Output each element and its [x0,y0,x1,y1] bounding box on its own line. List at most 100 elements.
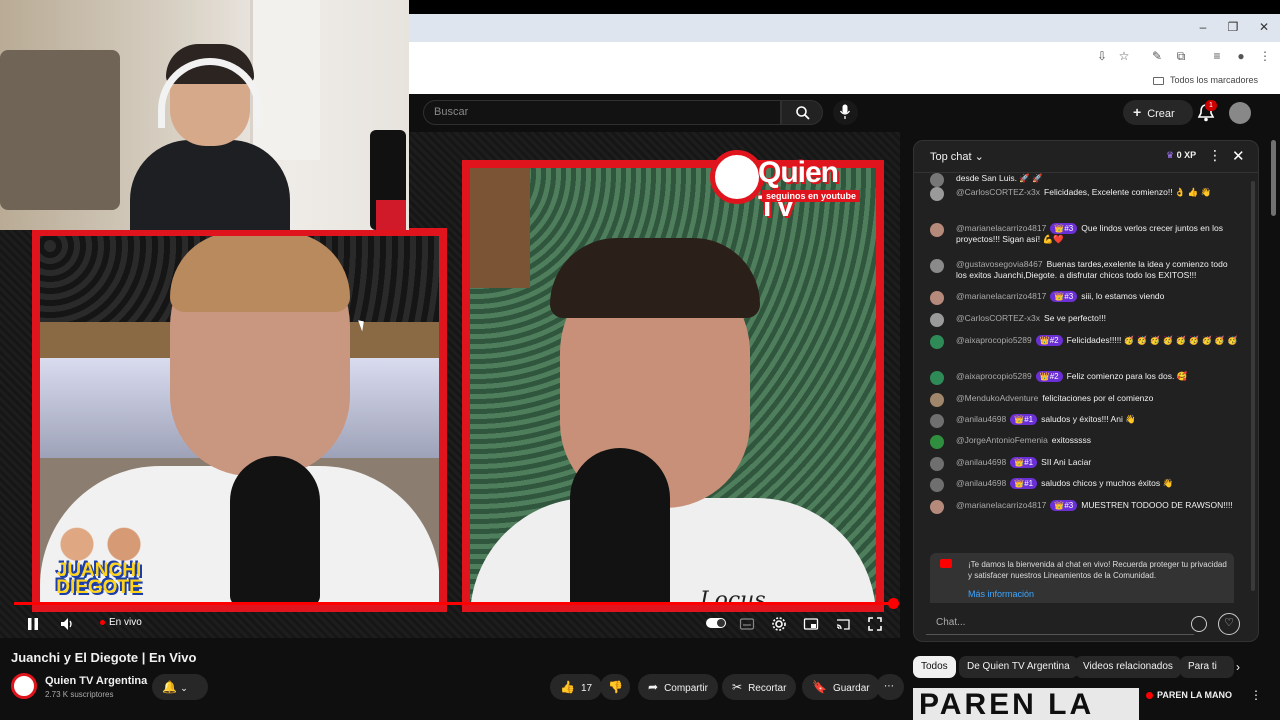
recommendation-title[interactable]: PAREN LA MANO [1146,690,1232,700]
chat-mode-dropdown[interactable]: Top chat ⌄ [930,150,984,163]
install-icon[interactable]: ⇩ [1094,48,1110,64]
chat-avatar[interactable] [930,335,944,349]
like-button[interactable]: 👍 17 [550,674,603,700]
chat-username[interactable]: @MendukoAdventure [956,393,1038,403]
chat-username[interactable]: @anilau4698 [956,478,1006,488]
chat-avatar[interactable] [930,457,944,471]
chat-username[interactable]: @anilau4698 [956,414,1006,424]
autoplay-toggle[interactable] [706,618,726,628]
channel-name[interactable]: Quien TV Argentina [45,675,147,687]
chat-avatar[interactable] [930,223,944,237]
progress-bar[interactable] [14,602,894,605]
chat-input[interactable]: Chat... [926,611,1194,635]
save-button[interactable]: 🔖 Guardar [802,674,880,700]
chat-avatar[interactable] [930,259,944,273]
chat-message[interactable]: @marianelacarrizo4817 👑#3 siii, lo estamos… [930,291,1240,305]
chevron-right-icon[interactable]: › [1236,660,1240,674]
chat-avatar[interactable] [930,435,944,449]
chat-avatar[interactable] [930,313,944,327]
progress-scrubber[interactable] [888,598,899,609]
chat-username[interactable]: @CarlosCORTEZ-x3x [956,187,1040,197]
subtitles-icon[interactable] [738,616,756,632]
chat-username[interactable]: @CarlosCORTEZ-x3x [956,313,1040,323]
extension-icon[interactable]: ✎ [1149,48,1165,64]
chat-menu-icon[interactable]: ⋮ [1208,147,1222,164]
hoodie [130,140,290,230]
voice-search-button[interactable] [833,100,858,125]
chat-message[interactable]: @CarlosCORTEZ-x3x Se ve perfecto!!! [930,313,1240,327]
share-button[interactable]: ➦ Compartir [638,674,718,700]
create-button[interactable]: + Crear [1123,100,1193,125]
recommendation-thumbnail[interactable]: PAREN LA [913,688,1139,720]
miniplayer-icon[interactable] [802,616,820,632]
all-bookmarks[interactable]: Todos los marcadores [1152,75,1258,85]
cast-icon[interactable] [834,616,852,632]
chat-message[interactable]: @JorgeAntonioFemenia exitosssss [930,435,1240,449]
streamer [130,40,290,230]
guest-microphone [570,448,670,604]
puzzle-icon[interactable]: ⧉ [1173,48,1189,64]
fullscreen-icon[interactable] [866,616,884,632]
filter-chip[interactable]: Todos [913,656,956,678]
chat-message[interactable]: @anilau4698 👑#1 saludos chicos y muchos éx… [930,478,1240,492]
chat-avatar[interactable] [930,187,944,201]
chat-message[interactable]: desde San Luis. 🚀 🚀 [930,173,1240,187]
minimize-button[interactable]: – [1193,20,1213,34]
filter-chip[interactable]: Videos relacionados [1075,656,1181,678]
chat-username[interactable]: @JorgeAntonioFemenia [956,435,1048,445]
bookmark-star-icon[interactable]: ☆ [1116,48,1132,64]
settings-gear-icon[interactable] [770,616,788,632]
chat-username[interactable]: @marianelacarrizo4817 [956,223,1046,233]
channel-avatar[interactable] [11,673,37,699]
media-icon[interactable]: ≡ [1209,48,1225,64]
chat-username[interactable]: @aixaprocopio5289 [956,335,1032,345]
filter-chip[interactable]: Para ti [1180,656,1234,678]
profile-icon[interactable]: ● [1233,48,1249,64]
dislike-button[interactable]: 👎 [600,674,630,700]
filter-chip[interactable]: De Quien TV Argentina [959,656,1078,678]
chat-username[interactable]: @marianelacarrizo4817 [956,500,1046,510]
microphone-icon [839,104,851,119]
chat-username[interactable]: @aixaprocopio5289 [956,371,1032,381]
chat-avatar[interactable] [930,500,944,514]
chat-message[interactable]: @anilau4698 👑#1 saludos y éxitos!!! Ani 👋 [930,414,1240,428]
more-options-icon[interactable]: ⋮ [1250,688,1262,702]
chat-avatar[interactable] [930,291,944,305]
chat-username[interactable]: @gustavosegovia8467 [956,259,1043,269]
chat-avatar[interactable] [930,371,944,385]
xp-counter[interactable]: ♛ 0 XP [1166,150,1196,161]
chat-message[interactable]: @aixaprocopio5289 👑#2 Felicidades!!!!! 🥳 🥳… [930,335,1240,349]
subscription-bell-button[interactable]: 🔔 ⌄ [152,674,208,700]
heart-icon[interactable]: ♡ [1218,613,1240,635]
chat-message[interactable]: @CarlosCORTEZ-x3x Felicidades, Excelente … [930,187,1240,201]
chat-message[interactable]: @aixaprocopio5289 👑#2 Feliz comienzo para … [930,371,1240,385]
chat-message[interactable]: @anilau4698 👑#1 SII Ani Laciar [930,457,1240,471]
pause-icon[interactable] [24,616,42,632]
chat-avatar[interactable] [930,414,944,428]
close-window-button[interactable]: ✕ [1254,20,1274,34]
search-button[interactable] [781,100,823,125]
emoji-icon[interactable] [1191,616,1207,632]
close-chat-icon[interactable]: ✕ [1232,147,1245,165]
chat-username[interactable]: @marianelacarrizo4817 [956,291,1046,301]
chat-avatar[interactable] [930,393,944,407]
search-input[interactable]: Buscar [423,100,781,125]
more-info-link[interactable]: Más información [968,589,1034,599]
chat-username[interactable]: @anilau4698 [956,457,1006,467]
maximize-button[interactable]: ❐ [1223,20,1243,34]
chat-message[interactable]: @marianelacarrizo4817 👑#3 Que lindos verlo… [930,223,1240,245]
more-actions-button[interactable]: ⋯ [876,674,904,700]
chat-avatar[interactable] [930,173,944,187]
chat-message[interactable]: @gustavosegovia8467 Buenas tardes,exelent… [930,259,1240,281]
clip-button[interactable]: ✂ Recortar [722,674,797,700]
volume-icon[interactable] [58,616,76,632]
chat-messages[interactable]: ¡Te damos la bienvenida al chat en vivo!… [914,173,1250,603]
page-scrollbar[interactable] [1271,140,1276,216]
chat-message[interactable]: @MendukoAdventure felicitaciones por el c… [930,393,1240,407]
menu-icon[interactable]: ⋮ [1257,48,1273,64]
chat-scrollbar[interactable] [1251,181,1255,591]
chat-avatar[interactable] [930,478,944,492]
chat-message[interactable]: @marianelacarrizo4817 👑#3 MUESTREN TODOOO … [930,500,1240,514]
account-avatar[interactable] [1229,102,1251,124]
live-indicator[interactable]: En vivo [100,617,142,628]
